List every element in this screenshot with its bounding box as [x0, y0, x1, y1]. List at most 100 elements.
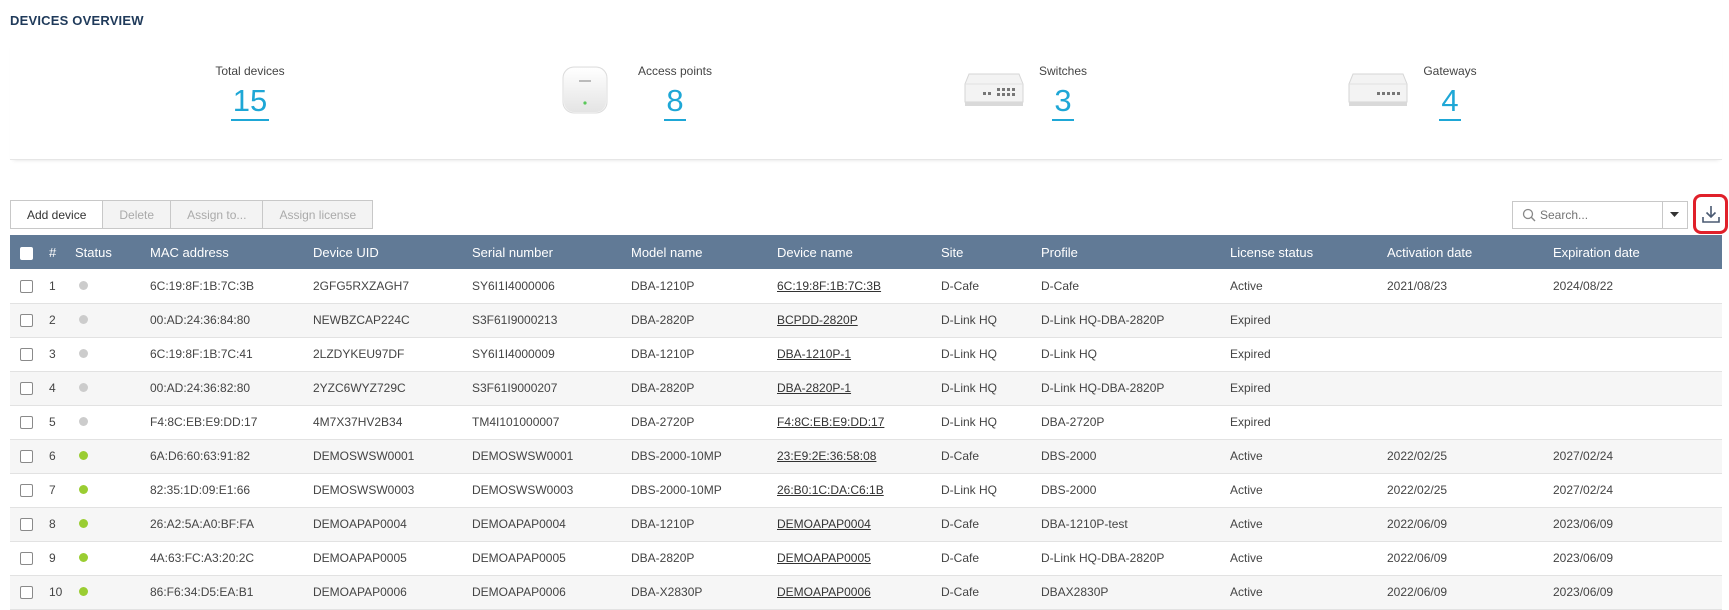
row-checkbox[interactable] — [20, 450, 33, 464]
access-points-link[interactable]: 8 — [664, 83, 686, 121]
license-status: Active — [1230, 483, 1263, 497]
table-row[interactable]: 7 82:35:1D:09:E1:66 DEMOSWSW0003 DEMOSWSW00… — [10, 473, 1722, 507]
col-device-name[interactable]: Device name — [777, 235, 941, 269]
select-all-checkbox[interactable] — [20, 246, 33, 260]
table-row[interactable]: 3 6C:19:8F:1B:7C:41 2LZDYKEU97DF SY6I1I4000… — [10, 337, 1722, 371]
assign-to-button[interactable]: Assign to... — [171, 200, 264, 229]
col-number[interactable]: # — [43, 235, 75, 269]
stat-total-devices: Total devices 15 — [150, 42, 350, 121]
col-model-name[interactable]: Model name — [631, 235, 777, 269]
model-name: DBA-2820P — [631, 551, 695, 565]
col-license-status[interactable]: License status — [1230, 235, 1387, 269]
caret-down-icon — [1670, 212, 1679, 217]
profile: DBAX2830P — [1041, 585, 1109, 599]
stat-switches: Switches 3 — [963, 42, 1163, 121]
device-name-link[interactable]: 6C:19:8F:1B:7C:3B — [777, 279, 881, 293]
row-checkbox[interactable] — [20, 382, 33, 396]
serial-number: DEMOAPAP0005 — [472, 551, 566, 565]
col-serial-number[interactable]: Serial number — [472, 235, 631, 269]
row-select-cell — [10, 473, 43, 507]
mac-address: 26:A2:5A:A0:BF:FA — [150, 517, 255, 531]
device-name-link[interactable]: DBA-1210P-1 — [777, 347, 851, 361]
expiration-date — [1553, 303, 1722, 337]
site: D-Link HQ — [941, 381, 998, 395]
serial-number: DEMOSWSW0001 — [472, 449, 574, 463]
row-checkbox[interactable] — [20, 484, 33, 498]
status-cell — [75, 541, 150, 575]
site: D-Cafe — [941, 551, 980, 565]
device-name-link[interactable]: BCPDD-2820P — [777, 313, 858, 327]
row-checkbox[interactable] — [20, 314, 33, 328]
search-box — [1512, 201, 1663, 229]
table-row[interactable]: 1 6C:19:8F:1B:7C:3B 2GFG5RXZAGH7 SY6I1I4000… — [10, 269, 1722, 303]
device-name-link[interactable]: DBA-2820P-1 — [777, 381, 851, 395]
license-status: Expired — [1230, 381, 1271, 395]
col-status[interactable]: Status — [75, 235, 150, 269]
device-name-cell: DBA-2820P-1 — [777, 371, 941, 405]
status-cell — [75, 575, 150, 609]
col-mac-address[interactable]: MAC address — [150, 235, 313, 269]
mac-address: 86:F6:34:D5:EA:B1 — [150, 585, 254, 599]
row-checkbox[interactable] — [20, 348, 33, 362]
device-name-link[interactable]: 23:E9:2E:36:58:08 — [777, 449, 876, 463]
status-cell — [75, 371, 150, 405]
device-name-cell: DEMOAPAP0006 — [777, 575, 941, 609]
col-site[interactable]: Site — [941, 235, 1041, 269]
table-row[interactable]: 5 F4:8C:EB:E9:DD:17 4M7X37HV2B34 TM4I101000… — [10, 405, 1722, 439]
col-device-uid[interactable]: Device UID — [313, 235, 472, 269]
row-checkbox[interactable] — [20, 279, 33, 293]
status-dot-icon — [79, 417, 88, 426]
table-row[interactable]: 4 00:AD:24:36:82:80 2YZC6WYZ729C S3F61I9000… — [10, 371, 1722, 405]
table-row[interactable]: 10 86:F6:34:D5:EA:B1 DEMOAPAP0006 DEMOAPAP0… — [10, 575, 1722, 609]
table-row[interactable]: 9 4A:63:FC:A3:20:2C DEMOAPAP0005 DEMOAPAP00… — [10, 541, 1722, 575]
model-name: DBA-2820P — [631, 381, 695, 395]
device-name-link[interactable]: 26:B0:1C:DA:C6:1B — [777, 483, 884, 497]
table-row[interactable]: 8 26:A2:5A:A0:BF:FA DEMOAPAP0004 DEMOAPAP00… — [10, 507, 1722, 541]
device-name-cell: 26:B0:1C:DA:C6:1B — [777, 473, 941, 507]
row-select-cell — [10, 507, 43, 541]
row-number: 5 — [49, 415, 56, 429]
profile: DBS-2000 — [1041, 449, 1097, 463]
col-profile[interactable]: Profile — [1041, 235, 1230, 269]
device-name-link[interactable]: DEMOAPAP0006 — [777, 585, 871, 599]
license-status: Active — [1230, 449, 1263, 463]
row-select-cell — [10, 575, 43, 609]
device-name-link[interactable]: F4:8C:EB:E9:DD:17 — [777, 415, 884, 429]
row-checkbox[interactable] — [20, 518, 33, 532]
model-name: DBA-X2830P — [631, 585, 703, 599]
activation-date — [1387, 371, 1553, 405]
gateways-link[interactable]: 4 — [1439, 83, 1461, 121]
mac-address: 4A:63:FC:A3:20:2C — [150, 551, 255, 565]
switches-link[interactable]: 3 — [1052, 83, 1074, 121]
download-button[interactable] — [1693, 194, 1728, 234]
col-activation-date[interactable]: Activation date — [1387, 235, 1553, 269]
model-name: DBS-2000-10MP — [631, 449, 722, 463]
activation-date — [1387, 337, 1553, 371]
device-name-link[interactable]: DEMOAPAP0005 — [777, 551, 871, 565]
license-status: Expired — [1230, 347, 1271, 361]
assign-license-button[interactable]: Assign license — [263, 200, 374, 229]
device-name-link[interactable]: DEMOAPAP0004 — [777, 517, 871, 531]
search-filter-dropdown[interactable] — [1662, 201, 1688, 229]
status-dot-icon — [79, 519, 88, 528]
row-checkbox[interactable] — [20, 552, 33, 566]
device-name-cell: 6C:19:8F:1B:7C:3B — [777, 269, 941, 303]
table-row[interactable]: 6 6A:D6:60:63:91:82 DEMOSWSW0001 DEMOSWSW00… — [10, 439, 1722, 473]
row-checkbox[interactable] — [20, 586, 33, 600]
device-uid: DEMOAPAP0005 — [313, 551, 407, 565]
row-number: 8 — [49, 517, 56, 531]
activation-date: 2022/02/25 — [1387, 449, 1448, 463]
activation-date — [1387, 405, 1553, 439]
delete-button[interactable]: Delete — [103, 200, 172, 229]
device-uid: DEMOSWSW0003 — [313, 483, 415, 497]
row-checkbox[interactable] — [20, 416, 33, 430]
expiration-date: 2023/06/09 — [1553, 585, 1614, 599]
col-expiration-date[interactable]: Expiration date — [1553, 235, 1722, 269]
table-row[interactable]: 2 00:AD:24:36:84:80 NEWBZCAP224C S3F61I9000… — [10, 303, 1722, 337]
add-device-button[interactable]: Add device — [10, 200, 104, 229]
search-input[interactable] — [1540, 208, 1650, 222]
mac-address: 6C:19:8F:1B:7C:41 — [150, 347, 253, 361]
mac-address: F4:8C:EB:E9:DD:17 — [150, 415, 258, 429]
total-devices-link[interactable]: 15 — [230, 83, 270, 121]
row-number: 6 — [49, 449, 56, 463]
